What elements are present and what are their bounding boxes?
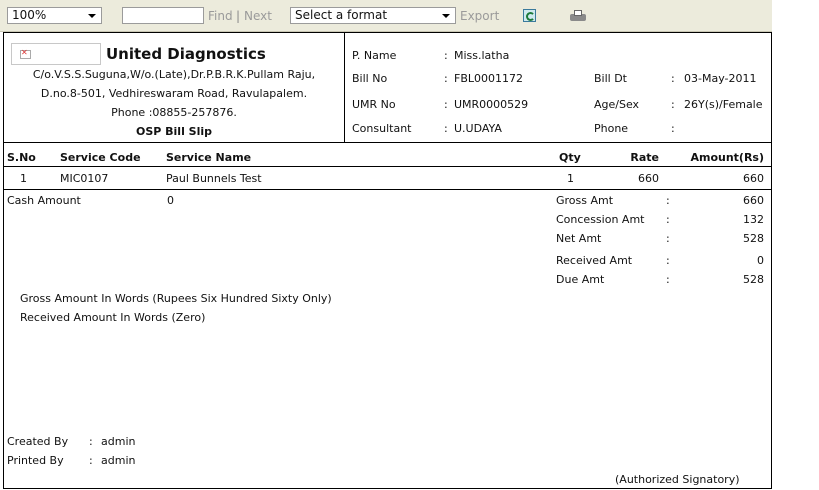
- slip-title: OSP Bill Slip: [135, 125, 213, 138]
- concession-amt-colon: :: [666, 213, 670, 226]
- created-by-colon: :: [89, 435, 93, 448]
- received-amt-label: Received Amt: [556, 254, 633, 267]
- refresh-icon[interactable]: [523, 9, 536, 22]
- pname-colon: :: [444, 49, 448, 62]
- col-header-service-code: Service Code: [60, 151, 141, 164]
- due-amt-label: Due Amt: [556, 273, 605, 286]
- billdt-colon: :: [671, 72, 675, 85]
- cash-amount-label: Cash Amount: [7, 194, 81, 207]
- created-by-label: Created By: [7, 435, 69, 448]
- billdt-value: 03-May-2011: [684, 72, 757, 85]
- col-header-rate: Rate: [630, 151, 659, 164]
- export-link[interactable]: Export: [460, 9, 499, 23]
- phone-line: Phone :08855-257876.: [111, 106, 237, 119]
- col-header-qty: Qty: [559, 151, 581, 164]
- report-toolbar: 100% Find | Next Select a format Export: [0, 0, 772, 32]
- billno-value: FBL0001172: [454, 72, 523, 85]
- concession-amt-label: Concession Amt: [556, 213, 645, 226]
- cash-amount-value: 0: [167, 194, 174, 207]
- consultant-value: U.UDAYA: [454, 122, 502, 135]
- printed-by-label: Printed By: [7, 454, 64, 467]
- agesex-value: 26Y(s)/Female: [684, 98, 763, 111]
- concession-amt-value: 132: [743, 213, 764, 226]
- row-rate: 660: [638, 172, 659, 185]
- net-amt-label: Net Amt: [556, 232, 602, 245]
- pname-label: P. Name: [352, 49, 397, 62]
- agesex-colon: :: [671, 98, 675, 111]
- umr-label: UMR No: [352, 98, 396, 111]
- gross-amount-in-words: Gross Amount In Words (Rupees Six Hundre…: [20, 292, 332, 305]
- row-service-code: MIC0107: [60, 172, 109, 185]
- bill-slip-report: United Diagnostics C/o.V.S.S.Suguna,W/o.…: [3, 32, 772, 489]
- row-sno: 1: [20, 172, 27, 185]
- zoom-value: 100%: [12, 8, 47, 22]
- gross-amt-label: Gross Amt: [556, 194, 614, 207]
- consultant-colon: :: [444, 122, 448, 135]
- authorized-signatory: (Authorized Signatory): [615, 473, 740, 486]
- printed-by-colon: :: [89, 454, 93, 467]
- address-line-1: C/o.V.S.S.Suguna,W/o.(Late),Dr.P.B.R.K.P…: [32, 68, 316, 81]
- gross-amt-colon: :: [666, 194, 670, 207]
- billno-label: Bill No: [352, 72, 388, 85]
- table-bottom-line: [4, 189, 771, 190]
- due-amt-colon: :: [666, 273, 670, 286]
- received-amt-value: 0: [757, 254, 764, 267]
- address-line-2: D.no.8-501, Vedhireswaram Road, Ravulapa…: [40, 87, 308, 100]
- chevron-down-icon: [442, 14, 450, 18]
- next-link[interactable]: Next: [244, 9, 272, 23]
- row-qty: 1: [567, 172, 574, 185]
- umr-colon: :: [444, 98, 448, 111]
- company-logo-image: [11, 43, 101, 65]
- broken-image-icon: [20, 48, 31, 59]
- zoom-select[interactable]: 100%: [7, 7, 102, 24]
- col-header-sno: S.No: [7, 151, 36, 164]
- net-amt-value: 528: [743, 232, 764, 245]
- net-amt-colon: :: [666, 232, 670, 245]
- col-header-amount: Amount(Rs): [690, 151, 764, 164]
- row-amount: 660: [743, 172, 764, 185]
- table-header-line: [4, 166, 771, 167]
- billdt-label: Bill Dt: [594, 72, 627, 85]
- find-link[interactable]: Find: [208, 9, 233, 23]
- created-by-value: admin: [101, 435, 136, 448]
- pname-value: Miss.latha: [454, 49, 510, 62]
- phone-colon: :: [671, 122, 675, 135]
- received-amt-colon: :: [666, 254, 670, 267]
- consultant-label: Consultant: [352, 122, 412, 135]
- row-service-name: Paul Bunnels Test: [166, 172, 262, 185]
- gross-amt-value: 660: [743, 194, 764, 207]
- print-icon[interactable]: [570, 10, 586, 22]
- phone-label: Phone: [594, 122, 629, 135]
- header-divider: [344, 33, 345, 142]
- received-amount-in-words: Received Amount In Words (Zero): [20, 311, 206, 324]
- header-bottom-line: [4, 142, 771, 143]
- company-name: United Diagnostics: [106, 45, 266, 63]
- agesex-label: Age/Sex: [594, 98, 640, 111]
- find-next-separator: |: [236, 9, 241, 23]
- format-select-value: Select a format: [295, 8, 388, 22]
- chevron-down-icon: [88, 14, 96, 18]
- billno-colon: :: [444, 72, 448, 85]
- format-select[interactable]: Select a format: [290, 7, 456, 24]
- col-header-service-name: Service Name: [166, 151, 252, 164]
- due-amt-value: 528: [743, 273, 764, 286]
- printed-by-value: admin: [101, 454, 136, 467]
- find-input[interactable]: [122, 7, 204, 24]
- umr-value: UMR0000529: [454, 98, 529, 111]
